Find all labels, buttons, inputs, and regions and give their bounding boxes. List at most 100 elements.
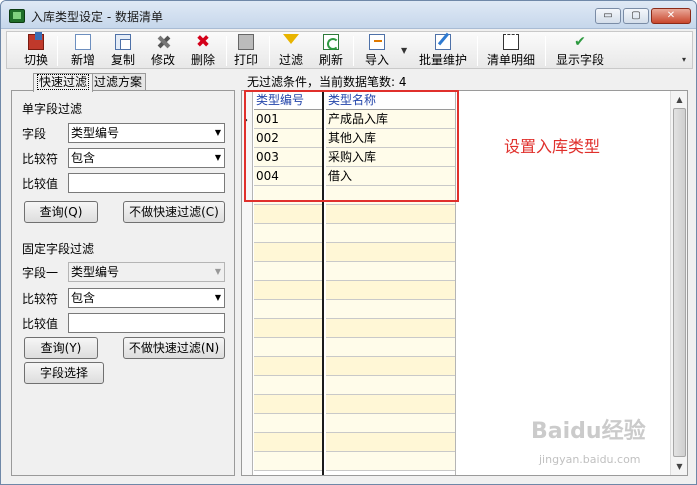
import-dropdown-icon[interactable]: ▼ [401,46,407,55]
empty-row [326,205,455,224]
print-button[interactable]: 打印 [229,33,263,68]
delete-x-icon: ✖ [195,32,211,52]
empty-row [254,205,322,224]
fixed-query-button[interactable]: 查询(Y) [24,337,98,359]
import-label: 导入 [364,53,389,67]
delete-button[interactable]: ✖ 删除 [187,33,219,68]
fixed-no-quick-filter-button[interactable]: 不做快速过滤(N) [123,337,225,359]
tab-quick-filter[interactable]: 快速过滤 [33,73,94,92]
close-button[interactable]: ✕ [651,8,691,24]
edit-label: 修改 [150,53,175,67]
field-label: 字段 [22,127,47,141]
empty-row [254,262,322,281]
value-input[interactable] [68,173,225,193]
toolbar-separator [57,36,58,66]
fixed-compare-select-value: 包含 [71,291,96,305]
empty-row [254,338,322,357]
edit-button[interactable]: 修改 [147,33,179,68]
empty-row [326,376,455,395]
maximize-button[interactable]: ▢ [623,8,649,24]
detail-list-icon [503,34,519,50]
compare-label: 比较符 [22,152,59,166]
empty-row [254,224,322,243]
empty-row [326,262,455,281]
chevron-down-icon: ▼ [214,128,221,137]
switch-button[interactable]: 切换 [20,32,52,68]
fixed-filter-title: 固定字段过滤 [22,242,95,256]
new-document-icon [75,34,91,50]
empty-row [326,452,455,471]
field-select-value: 类型编号 [71,126,120,140]
filter-funnel-icon [283,34,299,50]
empty-row [326,338,455,357]
refresh-button[interactable]: 刷新 [315,33,347,68]
field-one-label: 字段一 [22,266,59,280]
empty-row [326,243,455,262]
copy-button[interactable]: 复制 [107,33,139,68]
empty-row [254,357,322,376]
field-select[interactable]: 类型编号 ▼ [68,123,225,143]
toolbar-separator [477,36,478,66]
batch-edit-icon [435,34,451,50]
empty-row [326,433,455,452]
single-filter-title: 单字段过滤 [22,102,83,116]
empty-row [326,357,455,376]
filter-label: 过滤 [278,53,303,67]
field-one-select: 类型编号 ▼ [68,262,225,282]
watermark-url: jingyan.baidu.com [539,453,641,466]
minimize-button[interactable]: ▭ [595,8,621,24]
fixed-compare-label: 比较符 [22,292,59,306]
query-button[interactable]: 查询(Q) [24,201,98,223]
detail-list-button[interactable]: 清单明细 [485,33,537,68]
empty-row [326,414,455,433]
empty-row [254,433,322,452]
copy-icon [115,34,131,50]
compare-select[interactable]: 包含 ▼ [68,148,225,168]
filter-status-text: 无过滤条件，当前数据笔数: 4 [247,75,407,89]
fixed-compare-select[interactable]: 包含 ▼ [68,288,225,308]
vertical-scrollbar[interactable]: ▲ ▼ [670,91,687,475]
scroll-down-icon[interactable]: ▼ [672,459,687,474]
switch-icon [28,32,44,50]
chevron-down-icon: ▼ [214,267,221,276]
empty-row [326,395,455,414]
select-fields-button[interactable]: 字段选择 [24,362,104,384]
tab-quick-filter-label: 快速过滤 [37,74,90,90]
import-button[interactable]: 导入 [361,33,393,68]
window-title: 入库类型设定 - 数据清单 [31,10,163,24]
toolbar-overflow-icon[interactable]: ▾ [682,55,686,64]
compare-select-value: 包含 [71,151,96,165]
field-one-select-value: 类型编号 [71,265,120,279]
refresh-icon [323,34,339,50]
no-quick-filter-button[interactable]: 不做快速过滤(C) [123,201,225,223]
value-label: 比较值 [22,177,59,191]
new-label: 新增 [70,53,95,67]
filter-button[interactable]: 过滤 [275,33,307,68]
empty-row [326,319,455,338]
toolbar: 切换 新增 复制 修改 ✖ 删除 打印 过滤 刷新 导入 ▼ 批量维护 清单明细… [6,31,693,69]
filter-panel: 快速过滤 过滤方案 单字段过滤 字段 类型编号 ▼ 比较符 包含 ▼ 比较值 查… [11,73,235,476]
tab-filter-scheme[interactable]: 过滤方案 [90,73,147,91]
empty-row [326,281,455,300]
toolbar-separator [353,36,354,66]
copy-label: 复制 [110,53,135,67]
toolbar-separator [545,36,546,66]
show-fields-label: 显示字段 [555,53,604,67]
scroll-up-icon[interactable]: ▲ [672,92,687,107]
scroll-thumb[interactable] [673,108,686,457]
batch-maintain-button[interactable]: 批量维护 [417,33,469,68]
show-fields-button[interactable]: ✔ 显示字段 [553,33,607,68]
empty-row [326,300,455,319]
toolbar-separator [269,36,270,66]
tab-filter-scheme-label: 过滤方案 [94,75,143,89]
title-bar[interactable]: 入库类型设定 - 数据清单 ▭ ▢ ✕ [1,1,696,29]
empty-row [254,300,322,319]
refresh-label: 刷新 [318,53,343,67]
print-label: 打印 [233,53,258,67]
new-button[interactable]: 新增 [67,33,99,68]
fixed-value-input[interactable] [68,313,225,333]
empty-row [254,395,322,414]
empty-row [254,281,322,300]
batch-maintain-label: 批量维护 [418,53,467,67]
empty-row [254,319,322,338]
